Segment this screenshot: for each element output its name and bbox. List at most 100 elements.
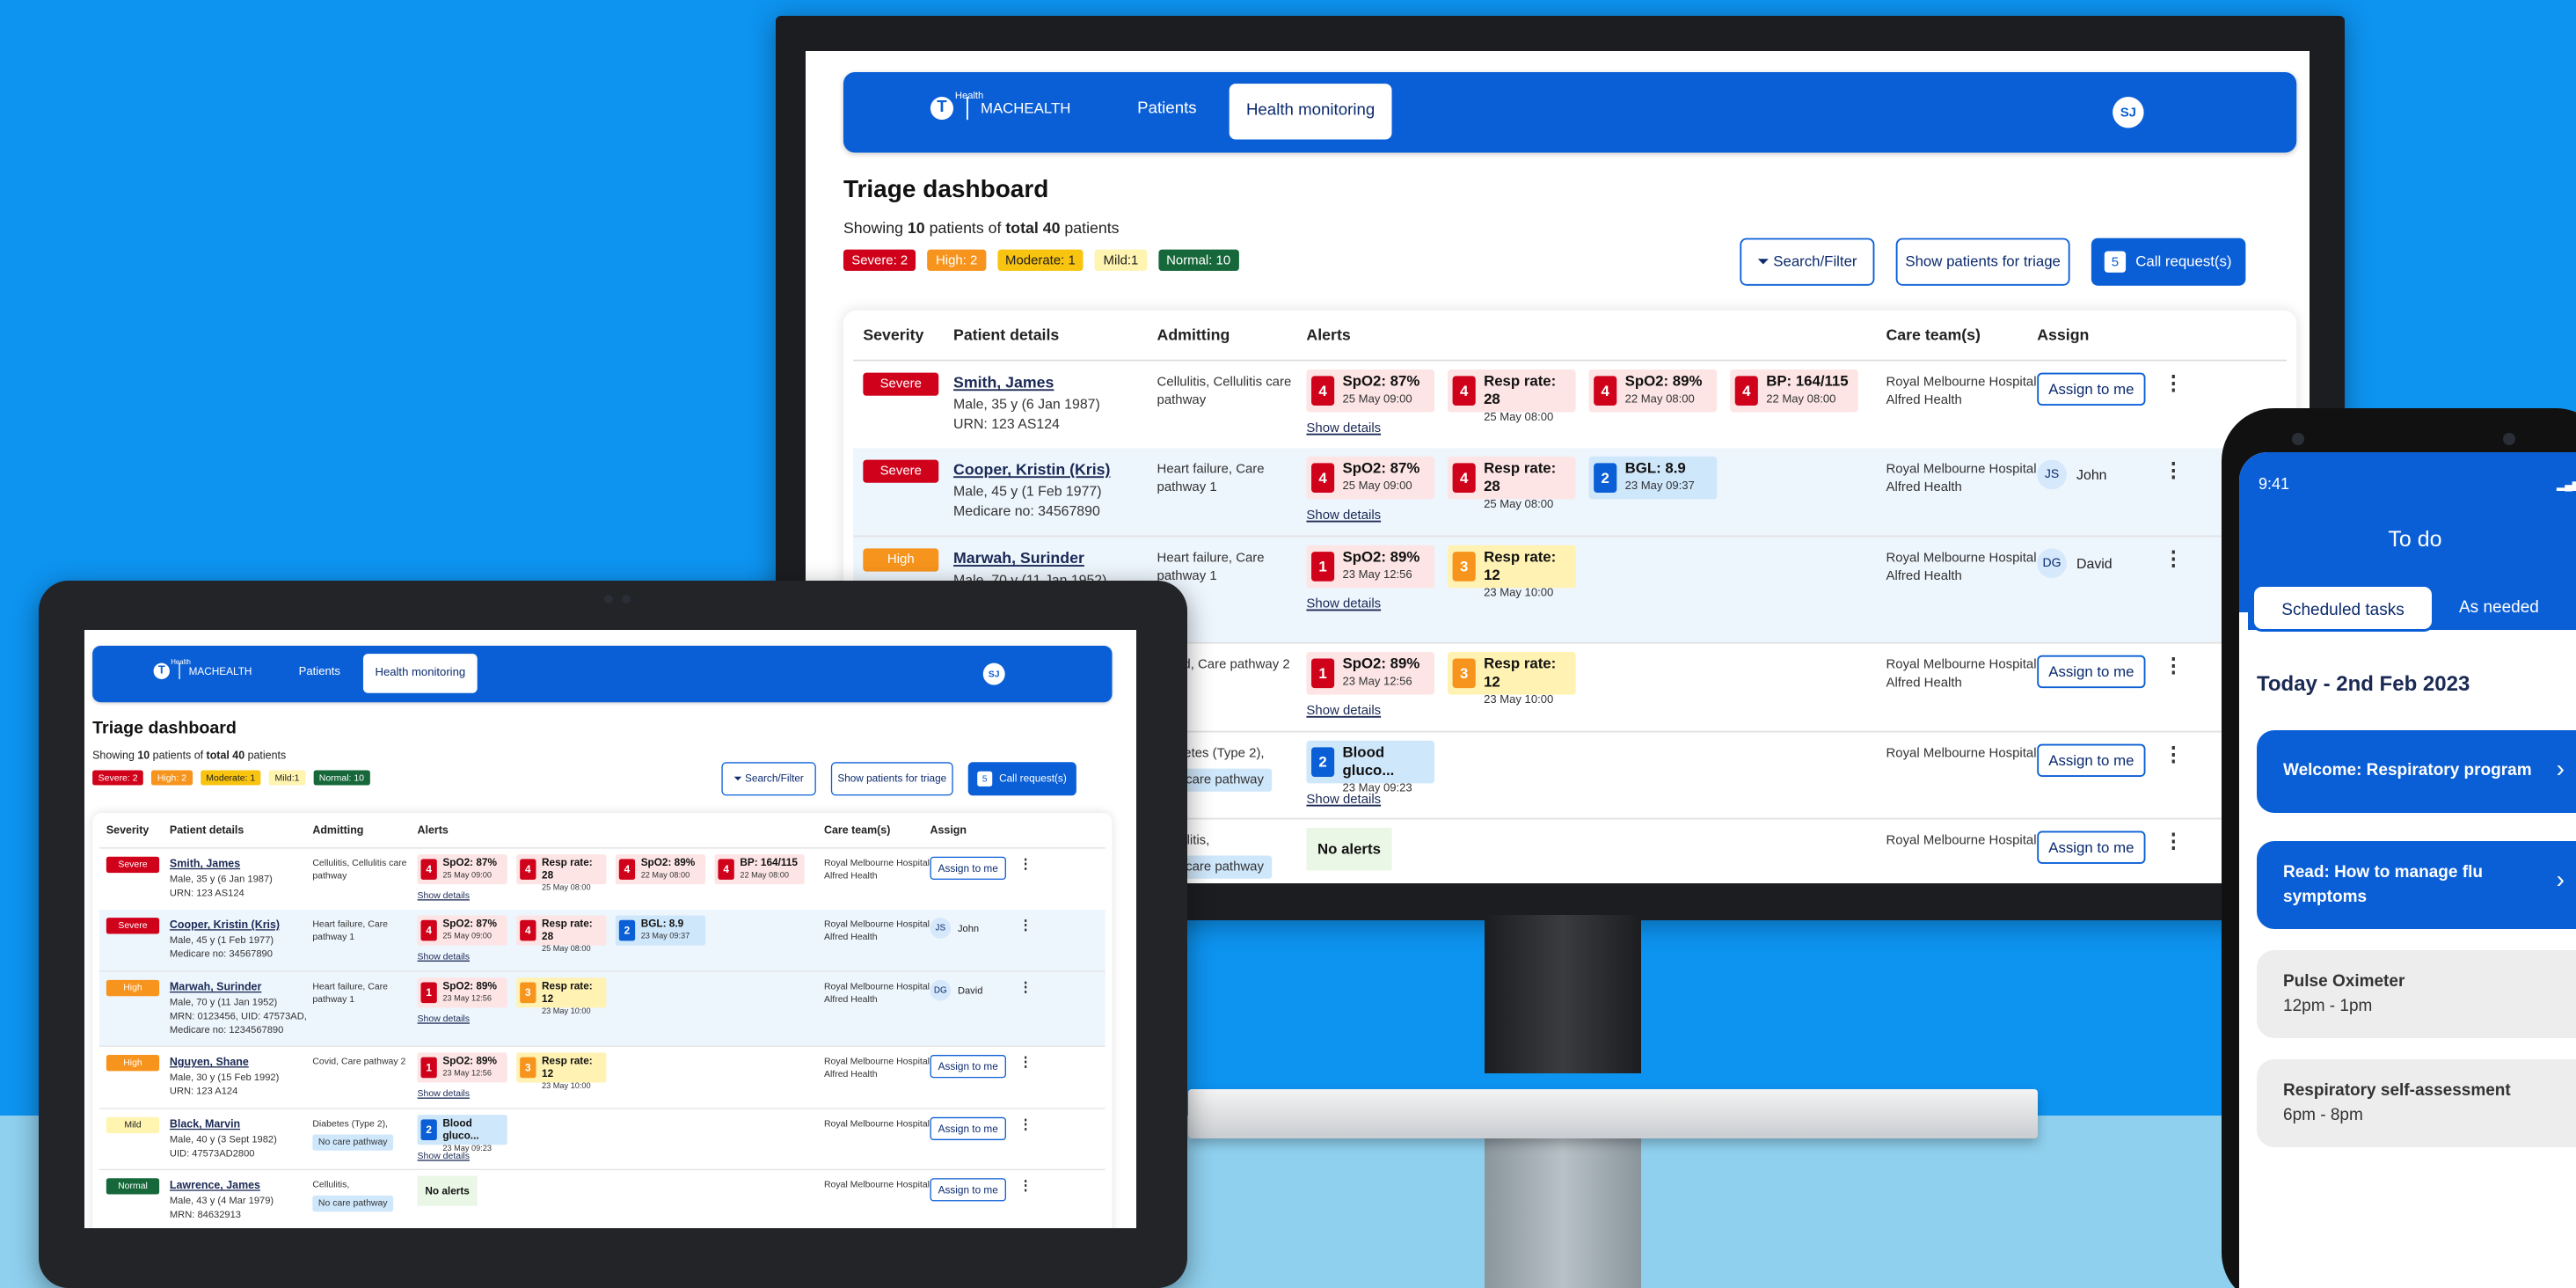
alert-chip[interactable]: 4 SpO2: 87% 25 May 09:00	[417, 915, 507, 946]
more-options-icon[interactable]: ⋮	[2164, 373, 2183, 392]
alert-chip[interactable]: 2 BGL: 8.9 23 May 09:37	[1588, 456, 1718, 500]
more-options-icon[interactable]: ⋮	[2164, 460, 2183, 479]
alert-chip[interactable]: 4 BP: 164/115 22 May 08:00	[714, 854, 805, 885]
patient-name-link[interactable]: Marwah, Surinder	[170, 981, 261, 993]
search-filter-button[interactable]: ⏷ Search/Filter	[1740, 238, 1875, 286]
assign-to-me-button[interactable]: Assign to me	[2037, 831, 2146, 864]
assign-to-me-button[interactable]: Assign to me	[930, 1055, 1006, 1079]
assign-to-me-button[interactable]: Assign to me	[930, 1116, 1006, 1140]
more-options-icon[interactable]: ⋮	[2164, 744, 2183, 764]
user-avatar[interactable]: SJ	[982, 662, 1005, 685]
alert-chip[interactable]: 4 SpO2: 87% 25 May 09:00	[1306, 456, 1435, 500]
alert-chip[interactable]: 3 Resp rate: 12 23 May 10:00	[1447, 545, 1576, 599]
patient-name-link[interactable]: Cooper, Kristin (Kris)	[170, 918, 280, 931]
task-card[interactable]: Pulse Oximeter 12pm - 1pm	[2257, 950, 2576, 1038]
phone-title: To do	[2388, 527, 2442, 552]
nav-health-monitoring[interactable]: Health monitoring	[1229, 84, 1392, 140]
alert-chip[interactable]: 4 SpO2: 87% 25 May 09:00	[417, 854, 507, 885]
alert-chip[interactable]: 2 Blood gluco... 23 May 09:23	[417, 1115, 507, 1153]
chip-high[interactable]: High: 2	[151, 770, 193, 786]
task-title: Read: How to manage flu symptoms	[2283, 863, 2483, 906]
show-details-link[interactable]: Show details	[1306, 508, 1381, 523]
assign-to-me-button[interactable]: Assign to me	[930, 856, 1006, 880]
alert-chip[interactable]: 4 SpO2: 89% 22 May 08:00	[1588, 369, 1718, 413]
show-details-link[interactable]: Show details	[418, 1151, 470, 1161]
more-options-icon[interactable]: ⋮	[2164, 831, 2183, 851]
alert-chip[interactable]: 4 Resp rate: 28 25 May 08:00	[516, 854, 607, 892]
more-options-icon[interactable]: ⋮	[2164, 655, 2183, 675]
chip-normal[interactable]: Normal: 10	[313, 770, 370, 786]
search-filter-button[interactable]: ⏷ Search/Filter	[721, 762, 816, 796]
chip-mild[interactable]: Mild:1	[268, 770, 306, 786]
more-options-icon[interactable]: ⋮	[2164, 548, 2183, 567]
show-details-link[interactable]: Show details	[1306, 596, 1381, 611]
patient-name-link[interactable]: Cooper, Kristin (Kris)	[953, 461, 1110, 479]
show-details-link[interactable]: Show details	[418, 951, 470, 962]
alert-chip[interactable]: 3 Resp rate: 12 23 May 10:00	[1447, 652, 1576, 706]
alert-chip[interactable]: 4 Resp rate: 28 25 May 08:00	[1447, 456, 1576, 510]
alert-chip[interactable]: 1 SpO2: 89% 23 May 12:56	[417, 1052, 507, 1083]
nav-patients[interactable]: Patients	[299, 665, 340, 677]
more-options-icon[interactable]: ⋮	[1018, 857, 1033, 871]
chip-moderate[interactable]: Moderate: 1	[200, 770, 261, 786]
chip-moderate[interactable]: Moderate: 1	[996, 249, 1084, 271]
alert-chip[interactable]: 3 Resp rate: 12 23 May 10:00	[516, 1052, 607, 1091]
task-title: Respiratory self-assessment	[2283, 1081, 2511, 1100]
patient-name-link[interactable]: Smith, James	[953, 375, 1054, 393]
chip-high[interactable]: High: 2	[927, 249, 986, 271]
alert-chip[interactable]: 4 SpO2: 89% 22 May 08:00	[615, 854, 706, 885]
show-triage-button[interactable]: Show patients for triage	[1895, 238, 2070, 286]
show-triage-button[interactable]: Show patients for triage	[830, 762, 953, 796]
alert-chip[interactable]: 2 BGL: 8.9 23 May 09:37	[615, 915, 706, 946]
more-options-icon[interactable]: ⋮	[1018, 980, 1033, 994]
alert-chip[interactable]: 3 Resp rate: 12 23 May 10:00	[516, 977, 607, 1016]
alert-chip[interactable]: 4 Resp rate: 28 25 May 08:00	[516, 915, 607, 954]
show-details-link[interactable]: Show details	[1306, 421, 1381, 435]
col-assign: Assign	[930, 824, 967, 838]
alert-chip[interactable]: 4 SpO2: 87% 25 May 09:00	[1306, 369, 1435, 413]
chip-mild[interactable]: Mild:1	[1095, 249, 1147, 271]
patient-name-link[interactable]: Smith, James	[170, 858, 240, 870]
assign-to-me-button[interactable]: Assign to me	[930, 1178, 1006, 1202]
show-details-link[interactable]: Show details	[418, 1088, 470, 1099]
more-options-icon[interactable]: ⋮	[1018, 1117, 1033, 1131]
machealth-logo[interactable]: T Health MACHEALTH	[930, 91, 1078, 129]
assign-to-me-button[interactable]: Assign to me	[2037, 372, 2146, 406]
call-requests-button[interactable]: 5 Call request(s)	[2091, 238, 2246, 286]
alert-date: 25 May 09:00	[1342, 480, 1412, 493]
chip-normal[interactable]: Normal: 10	[1157, 249, 1239, 271]
alert-chip[interactable]: 1 SpO2: 89% 23 May 12:56	[1306, 652, 1435, 695]
more-options-icon[interactable]: ⋮	[1018, 918, 1033, 932]
tab-as-needed[interactable]: As needed	[2459, 584, 2576, 632]
alert-chip[interactable]: 2 Blood gluco... 23 May 09:23	[1306, 740, 1435, 794]
chip-severe[interactable]: Severe: 2	[843, 249, 916, 271]
alert-chip[interactable]: 1 SpO2: 89% 23 May 12:56	[1306, 545, 1435, 589]
call-requests-button[interactable]: 5 Call request(s)	[967, 762, 1076, 796]
patient-name-link[interactable]: Black, Marvin	[170, 1118, 240, 1131]
machealth-logo[interactable]: T Health MACHEALTH	[153, 660, 258, 686]
patient-name-link[interactable]: Marwah, Surinder	[953, 550, 1084, 568]
alert-chip[interactable]: 1 SpO2: 89% 23 May 12:56	[417, 977, 507, 1008]
task-card[interactable]: Respiratory self-assessment 6pm - 8pm	[2257, 1059, 2576, 1147]
show-details-link[interactable]: Show details	[418, 890, 470, 901]
table-row: Severe Smith, James Male, 35 y (6 Jan 1987…	[99, 848, 1106, 911]
assign-to-me-button[interactable]: Assign to me	[2037, 655, 2146, 689]
more-options-icon[interactable]: ⋮	[1018, 1055, 1033, 1069]
alert-chip[interactable]: 4 Resp rate: 28 25 May 08:00	[1447, 369, 1576, 424]
nav-health-monitoring[interactable]: Health monitoring	[362, 654, 478, 693]
show-details-link[interactable]: Show details	[1306, 792, 1381, 807]
task-card[interactable]: Welcome: Respiratory program ›	[2257, 730, 2576, 813]
alert-chip[interactable]: 4 BP: 164/115 22 May 08:00	[1730, 369, 1858, 413]
task-card[interactable]: Read: How to manage flu symptoms ›	[2257, 841, 2576, 929]
user-avatar[interactable]: SJ	[2113, 97, 2144, 128]
severity-badge: Normal	[106, 1178, 160, 1195]
assign-to-me-button[interactable]: Assign to me	[2037, 743, 2146, 777]
show-details-link[interactable]: Show details	[418, 1014, 470, 1024]
chip-severe[interactable]: Severe: 2	[92, 770, 144, 786]
tab-scheduled-tasks[interactable]: Scheduled tasks	[2251, 584, 2434, 632]
patient-name-link[interactable]: Lawrence, James	[170, 1180, 260, 1192]
more-options-icon[interactable]: ⋮	[1018, 1178, 1033, 1192]
nav-patients[interactable]: Patients	[1137, 100, 1196, 119]
patient-name-link[interactable]: Nguyen, Shane	[170, 1056, 249, 1068]
show-details-link[interactable]: Show details	[1306, 703, 1381, 718]
